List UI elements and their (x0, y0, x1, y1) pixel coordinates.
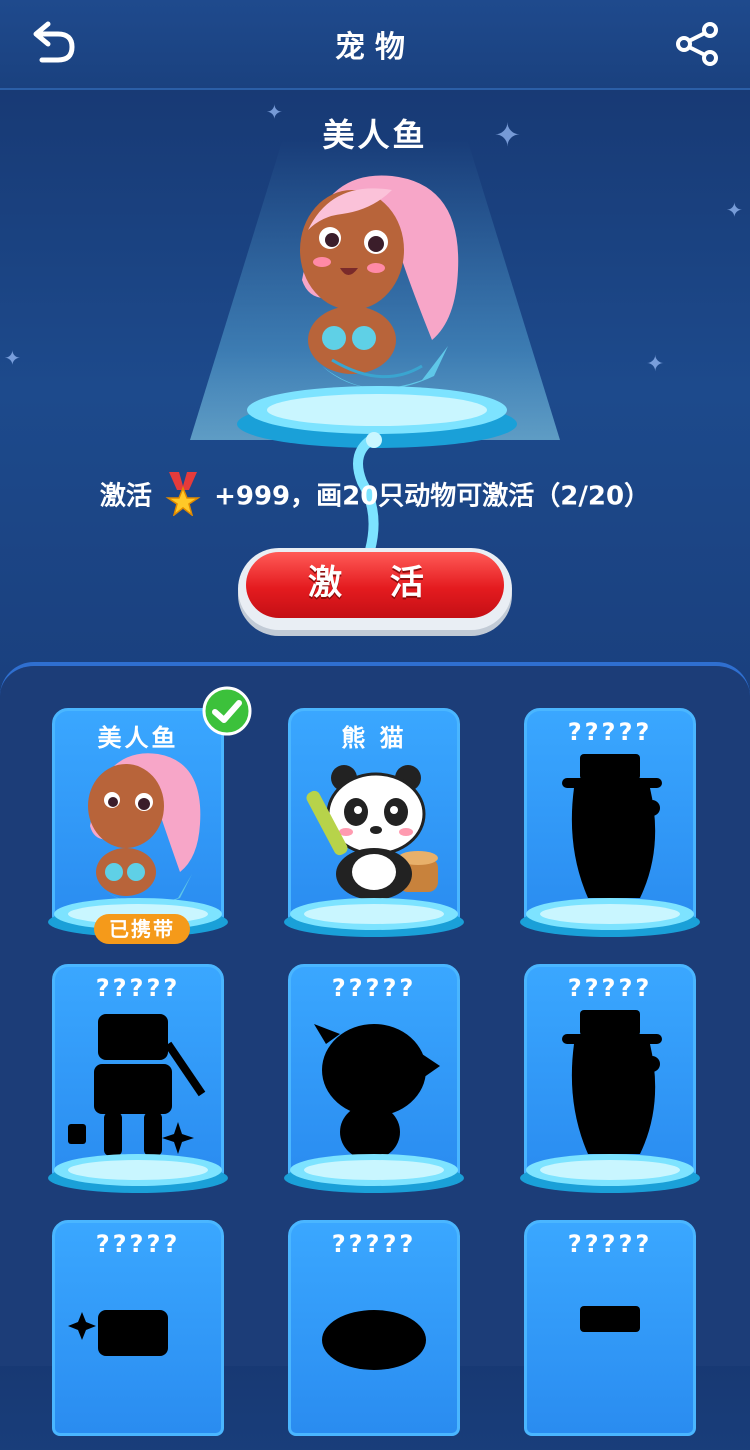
star-icon: ✦ (4, 346, 21, 370)
locked-silhouette-icon (562, 754, 662, 898)
locked-silhouette-icon (314, 1024, 440, 1160)
activation-requirement: 激活 +999，画20只动物可激活（2/20） (0, 472, 750, 517)
locked-silhouette-icon (562, 1010, 662, 1154)
top-bar: 宠物 (0, 0, 750, 90)
locked-silhouette-icon (322, 1310, 426, 1370)
carried-badge: 已携带 (94, 914, 190, 944)
pet-label: ????? (567, 718, 653, 746)
pet-label: ????? (95, 1230, 181, 1258)
activation-prefix: 激活 (99, 481, 152, 512)
pet-card-mermaid[interactable]: 美人鱼 已携带 (46, 686, 252, 944)
pet-card-locked[interactable]: ????? (518, 964, 702, 1194)
activation-reward: +999，画20只动物可激活（2/20） (214, 481, 651, 512)
locked-silhouette-icon (580, 1306, 640, 1332)
page-title: 宠物 (335, 30, 415, 65)
panda-thumbnail (306, 765, 438, 900)
pet-card-locked[interactable]: ????? (282, 1220, 466, 1450)
medal-icon (165, 472, 201, 517)
pet-label: ????? (331, 1230, 417, 1258)
share-icon[interactable] (674, 20, 722, 68)
pet-label: ????? (567, 974, 653, 1002)
card-pedestal (284, 1154, 464, 1193)
locked-silhouette-icon (68, 1014, 206, 1156)
mermaid-character (300, 175, 459, 389)
activate-button-label: 激 活 (246, 552, 504, 618)
locked-silhouette-icon (68, 1310, 168, 1356)
card-pedestal (48, 1154, 228, 1193)
star-icon: ✦ (726, 198, 743, 222)
pet-label: ????? (331, 974, 417, 1002)
check-icon (202, 686, 252, 736)
star-icon: ✦ (646, 352, 665, 377)
pet-card-locked[interactable]: ????? (46, 964, 230, 1194)
featured-pet-name: 美人鱼 (322, 116, 428, 154)
pet-label: ????? (95, 974, 181, 1002)
pet-card-locked[interactable]: ????? (518, 1220, 702, 1450)
card-pedestal (284, 898, 464, 937)
pet-card-panda[interactable]: 熊 猫 (282, 708, 466, 938)
pet-label: ????? (567, 1230, 653, 1258)
pet-card-locked[interactable]: ????? (518, 708, 702, 938)
mermaid-thumbnail (88, 753, 201, 906)
card-pedestal (520, 1154, 700, 1193)
activate-button[interactable]: 激 活 (238, 548, 512, 630)
pet-card-locked[interactable]: ????? (282, 964, 466, 1194)
card-pedestal (520, 898, 700, 937)
pet-card-locked[interactable]: ????? (46, 1220, 230, 1450)
